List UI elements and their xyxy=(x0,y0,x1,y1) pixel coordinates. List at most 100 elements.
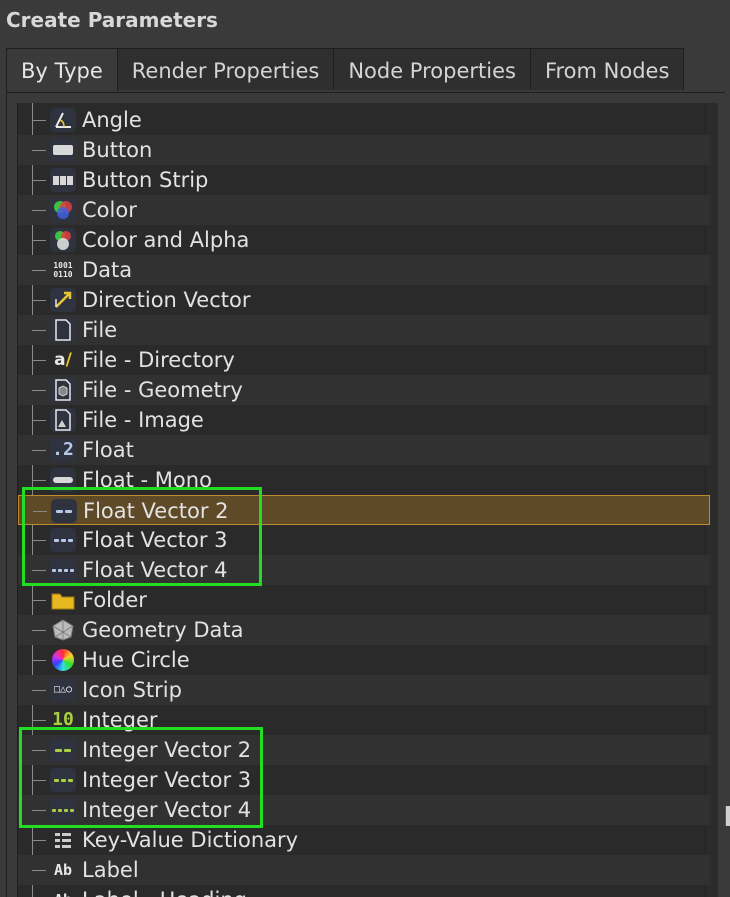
tree-branch-connector xyxy=(32,270,46,271)
tab-render-properties[interactable]: Render Properties xyxy=(116,48,335,90)
tree-item-label: File - Geometry xyxy=(82,378,243,402)
tree-item-label: Color xyxy=(82,198,137,222)
tab-from-nodes[interactable]: From Nodes xyxy=(529,48,685,90)
tree-item[interactable]: a/File - Directory xyxy=(18,345,710,375)
tab-node-properties[interactable]: Node Properties xyxy=(333,48,531,90)
tree-item-label: Geometry Data xyxy=(82,618,244,642)
tree-item-label: Float Vector 4 xyxy=(82,558,228,582)
tree-item[interactable]: Angle xyxy=(18,105,710,135)
tree-item[interactable]: Color and Alpha xyxy=(18,225,710,255)
tree-item[interactable]: Color xyxy=(18,195,710,225)
tree-item-label: Float - Mono xyxy=(82,468,212,492)
tree-item-label: Hue Circle xyxy=(82,648,190,672)
tree-item[interactable]: Float - Mono xyxy=(18,465,710,495)
tree-item[interactable]: Hue Circle xyxy=(18,645,710,675)
button-icon xyxy=(50,138,76,162)
direction-vector-icon xyxy=(50,288,76,312)
tree-branch-connector xyxy=(32,780,46,781)
tree-branch-connector xyxy=(32,660,46,661)
tree-item[interactable]: Geometry Data xyxy=(18,615,710,645)
tree-branch-connector xyxy=(32,450,46,451)
tree-item[interactable]: Ab Label xyxy=(18,855,710,885)
tree-item-label: Label - Heading xyxy=(82,885,247,897)
tree-branch-connector xyxy=(32,570,46,571)
integer-vector-3-icon xyxy=(50,768,76,792)
integer-vector-4-icon xyxy=(50,798,76,822)
tree-item[interactable]: □△○ Icon Strip xyxy=(18,675,710,705)
integer-icon: 10 xyxy=(52,709,74,730)
file-geometry-icon xyxy=(50,378,76,402)
tree-item[interactable]: 1001 0110 Data xyxy=(18,255,710,285)
tree-item[interactable]: AbLabel - Heading xyxy=(18,885,710,897)
tree-branch-connector xyxy=(32,720,46,721)
tree-item[interactable]: Key-Value Dictionary xyxy=(18,825,710,855)
tree-branch-connector xyxy=(32,540,46,541)
tree-item[interactable]: Integer Vector 3 xyxy=(18,765,710,795)
tree-item[interactable]: Folder xyxy=(18,585,710,615)
tree-branch-connector xyxy=(32,480,46,481)
float-vector-2-icon xyxy=(51,499,77,523)
tree-branch-connector xyxy=(32,630,46,631)
file-icon xyxy=(50,318,76,342)
float-mono-icon xyxy=(50,468,76,492)
file-directory-icon: a/ xyxy=(54,350,72,370)
button-strip-icon xyxy=(50,168,76,192)
tree-branch-connector xyxy=(32,600,46,601)
float-icon: .2 xyxy=(50,438,76,462)
tree-item-label: Folder xyxy=(82,588,147,612)
tree-item[interactable]: .2 Float xyxy=(18,435,710,465)
tree-branch-connector xyxy=(32,750,46,751)
tree-item-label: Color and Alpha xyxy=(82,228,250,252)
resize-handle[interactable] xyxy=(725,806,730,826)
tree-item[interactable]: Direction Vector xyxy=(18,285,710,315)
tree-item[interactable]: File - Geometry xyxy=(18,375,710,405)
parameter-type-tree[interactable]: Angle Button Button Strip Color Color and Al… xyxy=(17,103,718,897)
tree-item-label: File - Directory xyxy=(82,348,235,372)
tree-item[interactable]: Button Strip xyxy=(18,165,710,195)
tree-item-label: Button xyxy=(82,138,153,162)
tree-item-label: Integer xyxy=(82,708,158,732)
tree-branch-connector xyxy=(32,300,46,301)
tree-item[interactable]: File xyxy=(18,315,710,345)
tree-item-label: Direction Vector xyxy=(82,288,251,312)
tree-item-label: Data xyxy=(82,258,133,282)
tree-item-label: File - Image xyxy=(82,408,204,432)
color-alpha-icon xyxy=(50,228,76,252)
angle-icon xyxy=(50,108,76,132)
key-value-icon xyxy=(50,828,76,852)
tree-item[interactable]: 10 Integer xyxy=(18,705,710,735)
tree-item[interactable]: File - Image xyxy=(18,405,710,435)
tree-item-label: Float Vector 3 xyxy=(82,528,228,552)
tree-item[interactable]: Button xyxy=(18,135,710,165)
tree-branch-connector xyxy=(32,210,46,211)
data-icon: 1001 0110 xyxy=(53,261,73,279)
tree-item-label: Float xyxy=(82,438,134,462)
folder-icon xyxy=(50,588,76,612)
tree-branch-connector xyxy=(32,180,46,181)
tree-item[interactable]: Float Vector 4 xyxy=(18,555,710,585)
tree-item-label: File xyxy=(82,318,118,342)
tree-branch-connector xyxy=(32,360,46,361)
tree-branch-connector xyxy=(32,870,46,871)
tree-item-label: Label xyxy=(82,858,139,882)
tree-item[interactable]: Float Vector 3 xyxy=(18,525,710,555)
tree-item-label: Icon Strip xyxy=(82,678,182,702)
tree-item-label: Integer Vector 3 xyxy=(82,768,252,792)
tree-item[interactable]: Float Vector 2 xyxy=(18,495,710,525)
tree-item-label: Button Strip xyxy=(82,168,209,192)
tree-item[interactable]: Integer Vector 2 xyxy=(18,735,710,765)
tree-branch-connector xyxy=(32,120,46,121)
icon-strip-icon: □△○ xyxy=(50,678,76,702)
label-icon: Ab xyxy=(53,860,73,879)
float-vector-3-icon xyxy=(50,528,76,552)
tree-branch-connector xyxy=(32,150,46,151)
tab-by-type[interactable]: By Type xyxy=(6,48,118,92)
tree-branch-connector xyxy=(32,330,46,331)
tree-item-label: Key-Value Dictionary xyxy=(82,828,299,852)
dialog-title: Create Parameters xyxy=(6,8,218,32)
tree-item[interactable]: Integer Vector 4 xyxy=(18,795,710,825)
tree-item-label: Integer Vector 4 xyxy=(82,798,252,822)
tree-item-label: Float Vector 2 xyxy=(83,499,229,523)
tree-branch-connector xyxy=(32,690,46,691)
tab-bar: By Type Render Properties Node Propertie… xyxy=(6,48,685,92)
